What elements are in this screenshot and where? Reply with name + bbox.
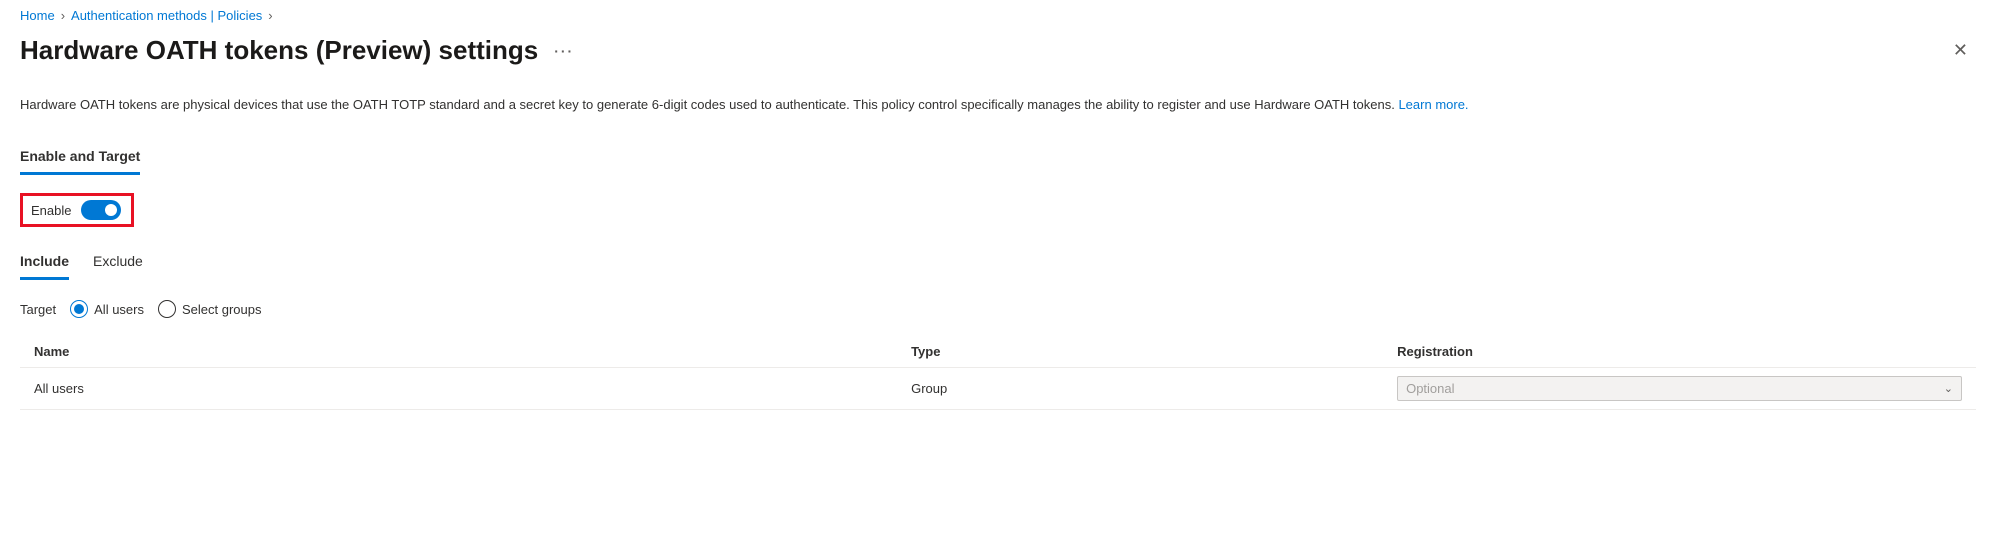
enable-label: Enable bbox=[31, 203, 71, 218]
cell-type: Group bbox=[911, 381, 1389, 396]
breadcrumb-policies[interactable]: Authentication methods | Policies bbox=[71, 8, 262, 23]
col-name: Name bbox=[34, 344, 903, 359]
breadcrumb-home[interactable]: Home bbox=[20, 8, 55, 23]
toggle-thumb bbox=[105, 204, 117, 216]
chevron-right-icon: › bbox=[268, 8, 272, 23]
more-icon[interactable]: ··· bbox=[554, 43, 574, 59]
radio-icon bbox=[158, 300, 176, 318]
tab-include[interactable]: Include bbox=[20, 249, 69, 280]
radio-all-users[interactable]: All users bbox=[70, 300, 144, 318]
description-text: Hardware OATH tokens are physical device… bbox=[20, 97, 1398, 112]
table-row: All users Group Optional ⌄ bbox=[20, 368, 1976, 410]
radio-select-groups[interactable]: Select groups bbox=[158, 300, 262, 318]
radio-icon bbox=[70, 300, 88, 318]
target-label: Target bbox=[20, 302, 56, 317]
tab-exclude[interactable]: Exclude bbox=[93, 249, 143, 280]
registration-value: Optional bbox=[1406, 381, 1454, 396]
target-row: Target All users Select groups bbox=[20, 300, 1976, 318]
table-header: Name Type Registration bbox=[20, 336, 1976, 368]
tab-enable-and-target[interactable]: Enable and Target bbox=[20, 142, 140, 175]
close-icon[interactable]: ✕ bbox=[1945, 36, 1976, 65]
enable-control: Enable bbox=[20, 193, 134, 227]
chevron-right-icon: › bbox=[61, 8, 65, 23]
enable-toggle[interactable] bbox=[81, 200, 121, 220]
radio-select-groups-label: Select groups bbox=[182, 302, 262, 317]
registration-select[interactable]: Optional ⌄ bbox=[1397, 376, 1962, 401]
radio-all-users-label: All users bbox=[94, 302, 144, 317]
learn-more-link[interactable]: Learn more. bbox=[1398, 97, 1468, 112]
page-header: Hardware OATH tokens (Preview) settings … bbox=[20, 35, 1976, 66]
cell-name: All users bbox=[34, 381, 903, 396]
col-registration: Registration bbox=[1397, 344, 1962, 359]
include-exclude-tabs: Include Exclude bbox=[20, 249, 1976, 280]
page-title-text: Hardware OATH tokens (Preview) settings bbox=[20, 35, 538, 66]
chevron-down-icon: ⌄ bbox=[1944, 382, 1953, 395]
col-type: Type bbox=[911, 344, 1389, 359]
section-tabs: Enable and Target bbox=[20, 142, 1976, 175]
breadcrumb: Home › Authentication methods | Policies… bbox=[20, 8, 1976, 23]
description: Hardware OATH tokens are physical device… bbox=[20, 96, 1976, 114]
targets-table: Name Type Registration All users Group O… bbox=[20, 336, 1976, 410]
page-title: Hardware OATH tokens (Preview) settings … bbox=[20, 35, 574, 66]
